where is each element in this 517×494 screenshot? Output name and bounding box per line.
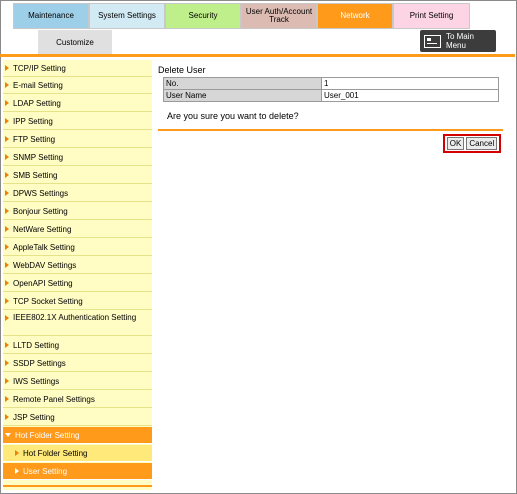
sidebar-item-label: AppleTalk Setting [13, 242, 75, 252]
sidebar-item-label: IWS Settings [13, 376, 60, 386]
sidebar-subitem-user-setting[interactable]: User Setting [3, 463, 152, 480]
sidebar-item-smb[interactable]: SMB Setting [3, 167, 152, 184]
user-info-table: No. 1 User Name User_001 [163, 77, 499, 102]
sidebar-item-email[interactable]: E-mail Setting [3, 77, 152, 94]
arrow-right-icon [5, 136, 9, 142]
arrow-right-icon [5, 190, 9, 196]
button-highlight-box: OK Cancel [443, 134, 501, 153]
sidebar-item-snmp[interactable]: SNMP Setting [3, 149, 152, 166]
arrow-right-icon [5, 172, 9, 178]
arrow-right-icon [5, 378, 9, 384]
sidebar-item-bonjour[interactable]: Bonjour Setting [3, 203, 152, 220]
tab-user-auth-account-track[interactable]: User Auth/Account Track [241, 3, 317, 29]
arrow-right-icon [5, 360, 9, 366]
sidebar-item-webdav[interactable]: WebDAV Settings [3, 257, 152, 274]
table-row: User Name User_001 [163, 89, 499, 102]
sidebar-item-ipp[interactable]: IPP Setting [3, 113, 152, 130]
sidebar-item-label: E-mail Setting [13, 80, 63, 90]
cancel-button[interactable]: Cancel [466, 137, 498, 150]
sidebar-item-label: WebDAV Settings [13, 260, 77, 270]
sidebar-item-remote-panel[interactable]: Remote Panel Settings [3, 391, 152, 408]
arrow-right-icon [5, 414, 9, 420]
tab-network[interactable]: Network [317, 3, 393, 29]
tab-customize[interactable]: Customize [38, 30, 112, 54]
arrow-right-icon [5, 262, 9, 268]
content-divider [158, 129, 503, 131]
sidebar-item-tcp-socket[interactable]: TCP Socket Setting [3, 293, 152, 310]
sidebar-item-jsp[interactable]: JSP Setting [3, 409, 152, 426]
arrow-right-icon [5, 226, 9, 232]
sidebar-bottom-divider [3, 485, 152, 487]
sidebar-item-label: FTP Setting [13, 134, 56, 144]
sidebar-item-ssdp[interactable]: SSDP Settings [3, 355, 152, 372]
sidebar-subitem-hot-folder-setting[interactable]: Hot Folder Setting [3, 445, 152, 462]
sidebar-item-label: JSP Setting [13, 412, 55, 422]
arrow-right-icon [5, 298, 9, 304]
sidebar-item-label: Hot Folder Setting [15, 430, 80, 440]
sidebar: TCP/IP Setting E-mail Setting LDAP Setti… [3, 60, 152, 490]
sidebar-item-label: LLTD Setting [13, 340, 60, 350]
top-tab-bar: Maintenance System Settings Security Use… [13, 3, 470, 29]
arrow-right-icon [5, 244, 9, 250]
sidebar-item-lltd[interactable]: LLTD Setting [3, 337, 152, 354]
sidebar-item-label: SMB Setting [13, 170, 58, 180]
sidebar-item-openapi[interactable]: OpenAPI Setting [3, 275, 152, 292]
table-value-cell: User_001 [321, 89, 499, 102]
page-title: Delete User [158, 65, 206, 75]
arrow-right-icon [15, 450, 19, 456]
table-header-cell: User Name [163, 89, 322, 102]
sidebar-item-ftp[interactable]: FTP Setting [3, 131, 152, 148]
sidebar-item-dpws[interactable]: DPWS Settings [3, 185, 152, 202]
menu-icon [424, 34, 441, 48]
table-header-cell: No. [163, 77, 322, 90]
header-divider [0, 54, 515, 57]
sidebar-item-label: TCP Socket Setting [13, 296, 83, 306]
arrow-right-icon [5, 208, 9, 214]
sidebar-item-tcp-ip[interactable]: TCP/IP Setting [3, 60, 152, 77]
sidebar-item-label: DPWS Settings [13, 188, 69, 198]
sidebar-item-ieee8021x[interactable]: IEEE802.1X Authentication Setting [3, 310, 152, 336]
arrow-right-icon [5, 82, 9, 88]
tab-maintenance[interactable]: Maintenance [13, 3, 89, 29]
arrow-right-icon [5, 342, 9, 348]
sidebar-item-label: TCP/IP Setting [13, 63, 66, 73]
sidebar-item-label: NetWare Setting [13, 224, 72, 234]
to-main-menu-label: To Main Menu [445, 32, 474, 50]
sidebar-item-label: Remote Panel Settings [13, 394, 95, 404]
confirm-message: Are you sure you want to delete? [167, 111, 299, 121]
arrow-right-icon [5, 280, 9, 286]
sidebar-item-label: SSDP Settings [13, 358, 66, 368]
sidebar-item-appletalk[interactable]: AppleTalk Setting [3, 239, 152, 256]
arrow-right-icon [5, 315, 9, 321]
sidebar-item-label: IPP Setting [13, 116, 53, 126]
arrow-down-icon [5, 433, 11, 437]
sidebar-item-iws[interactable]: IWS Settings [3, 373, 152, 390]
tab-security[interactable]: Security [165, 3, 241, 29]
sidebar-item-label: Hot Folder Setting [23, 448, 88, 458]
arrow-right-icon [5, 65, 9, 71]
tab-system-settings[interactable]: System Settings [89, 3, 165, 29]
sidebar-item-netware[interactable]: NetWare Setting [3, 221, 152, 238]
arrow-right-icon [5, 154, 9, 160]
arrow-right-icon [5, 396, 9, 402]
tab-print-setting[interactable]: Print Setting [393, 3, 470, 29]
table-row: No. 1 [163, 77, 499, 90]
to-main-menu-button[interactable]: To Main Menu [420, 30, 496, 52]
arrow-right-icon [5, 100, 9, 106]
arrow-right-icon [15, 468, 19, 474]
sidebar-item-ldap[interactable]: LDAP Setting [3, 95, 152, 112]
sidebar-item-label: OpenAPI Setting [13, 278, 73, 288]
ok-button[interactable]: OK [446, 137, 465, 150]
sidebar-item-hot-folder[interactable]: Hot Folder Setting [3, 427, 152, 444]
sidebar-item-label: Bonjour Setting [13, 206, 68, 216]
sidebar-item-label: LDAP Setting [13, 98, 61, 108]
sidebar-item-label: IEEE802.1X Authentication Setting [13, 313, 137, 322]
sidebar-item-label: User Setting [23, 466, 68, 476]
arrow-right-icon [5, 118, 9, 124]
table-value-cell: 1 [321, 77, 499, 90]
sidebar-item-label: SNMP Setting [13, 152, 64, 162]
